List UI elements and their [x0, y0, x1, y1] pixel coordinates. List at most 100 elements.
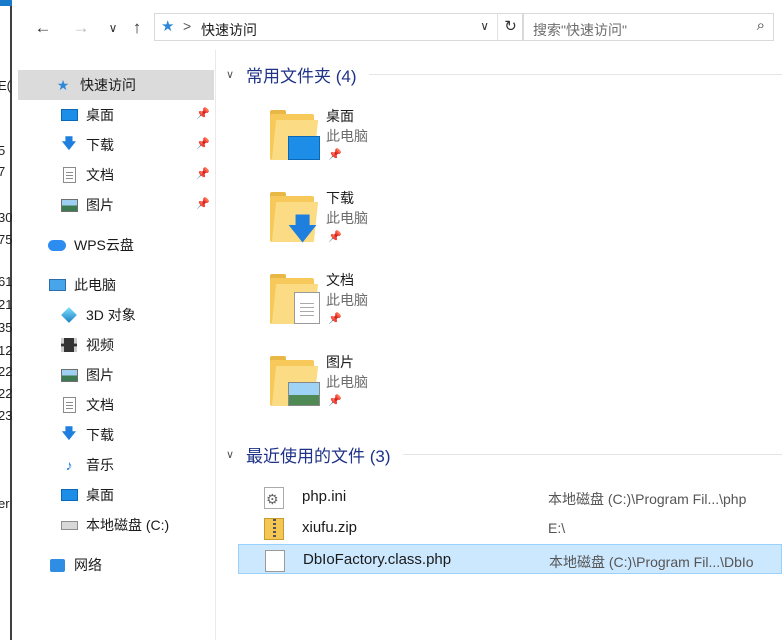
chevron-down-icon[interactable]: ∨: [226, 68, 242, 81]
folder-tile-downloads[interactable]: 🡇 下载 此电脑 📌: [270, 188, 470, 256]
nav-item-label: 网络: [74, 557, 102, 573]
nav-item-label: 文档: [86, 397, 114, 413]
recent-file-row[interactable]: xiufu.zip E:\: [238, 513, 782, 543]
zip-file-icon: [264, 518, 284, 540]
chevron-down-icon[interactable]: ∨: [102, 18, 124, 38]
nav-item-documents[interactable]: 文档 📌: [18, 160, 214, 190]
pin-icon[interactable]: 📌: [196, 137, 210, 150]
folder-name: 桌面: [326, 108, 354, 124]
nav-item-label: 此电脑: [74, 277, 116, 293]
breadcrumb-quick-access[interactable]: 快速访问: [201, 20, 257, 40]
nav-item-documents-pc[interactable]: 文档: [18, 390, 214, 420]
file-name: xiufu.zip: [302, 519, 358, 536]
folder-tile-documents[interactable]: 文档 此电脑 📌: [270, 270, 470, 338]
nav-item-downloads-pc[interactable]: 🡇 下载: [18, 420, 214, 450]
content-pane: ∨ 常用文件夹 (4) 桌面 此电脑 📌 🡇 下载 此电脑 📌 文档 此电脑 📌…: [226, 50, 782, 640]
pin-icon: 📌: [328, 149, 342, 161]
computer-icon: [48, 276, 66, 294]
nav-item-music[interactable]: ♪ 音乐: [18, 450, 214, 480]
folder-tile-desktop[interactable]: 桌面 此电脑 📌: [270, 106, 470, 174]
folder-name: 下载: [326, 190, 354, 206]
nav-item-label: 下载: [86, 137, 114, 153]
arrow-left-icon[interactable]: ←: [32, 18, 54, 38]
quick-access-star-icon: ★: [56, 76, 70, 93]
nav-item-label: 视频: [86, 337, 114, 353]
folder-tile-pictures[interactable]: 图片 此电脑 📌: [270, 352, 470, 420]
pin-icon[interactable]: 📌: [196, 167, 210, 180]
nav-item-pictures-pc[interactable]: 图片: [18, 360, 214, 390]
nav-item-label: 桌面: [86, 107, 114, 123]
desktop-icon: [60, 486, 78, 504]
background-text: 5: [0, 143, 6, 158]
chevron-down-icon[interactable]: ∨: [226, 448, 242, 461]
background-window-titlebar: [0, 0, 12, 6]
background-text: 61: [0, 274, 13, 289]
nav-item-3d-objects[interactable]: 3D 对象: [18, 300, 214, 330]
folder-name: 文档: [326, 272, 354, 288]
search-input[interactable]: 搜索"快速访问": [533, 20, 627, 40]
section-header-recent-files[interactable]: ∨ 最近使用的文件 (3): [226, 442, 782, 466]
navigation-pane: ★ 快速访问 桌面 📌 🡇 下载 📌 文档 📌 图片 📌 WPS云盘 此电脑 3…: [14, 50, 216, 640]
background-text: 21: [0, 297, 13, 312]
nav-item-pictures[interactable]: 图片 📌: [18, 190, 214, 220]
arrow-up-icon[interactable]: ↑: [126, 18, 148, 38]
folder-location: 此电脑: [326, 292, 368, 308]
pictures-folder-icon: [270, 354, 320, 408]
address-history-dropdown-icon[interactable]: ∨: [480, 19, 489, 33]
file-name: DbIoFactory.class.php: [303, 551, 452, 568]
nav-item-network[interactable]: 网络: [18, 550, 214, 580]
nav-item-wps-cloud[interactable]: WPS云盘: [18, 230, 214, 260]
documents-icon: [60, 396, 78, 414]
folder-location: 此电脑: [326, 210, 368, 226]
section-divider: [368, 73, 782, 75]
wps-cloud-icon: [48, 236, 66, 254]
pictures-icon: [60, 196, 78, 214]
nav-item-desktop-pc[interactable]: 桌面: [18, 480, 214, 510]
background-text: er: [0, 496, 10, 511]
nav-item-label: 本地磁盘 (C:): [86, 517, 170, 533]
nav-item-label: 快速访问: [80, 77, 136, 93]
search-icon[interactable]: ⌕: [757, 17, 765, 34]
nav-item-label: WPS云盘: [74, 237, 134, 253]
nav-item-local-disk-c[interactable]: 本地磁盘 (C:): [18, 510, 214, 540]
pin-icon[interactable]: 📌: [196, 197, 210, 210]
folder-location: 此电脑: [326, 128, 368, 144]
pin-icon: 📌: [328, 313, 342, 325]
recent-file-row[interactable]: php.ini 本地磁盘 (C:)\Program Fil...\php: [238, 482, 782, 512]
ini-file-icon: [264, 487, 284, 509]
address-toolbar: ← → ∨ ↑ ★ > 快速访问 ∨ ↻ 搜索"快速访问" ⌕: [14, 8, 782, 48]
recent-file-row-selected[interactable]: DbIoFactory.class.php 本地磁盘 (C:)\Program …: [238, 544, 782, 574]
videos-icon: [60, 336, 78, 354]
file-path: E:\: [548, 520, 566, 536]
background-text: 22: [0, 386, 13, 401]
drive-icon: [60, 516, 78, 534]
explorer-window: E( 5 7 30 75 61 21 35 12 22 22 23 er ← →…: [0, 0, 782, 640]
music-icon: ♪: [65, 457, 73, 473]
nav-item-label: 图片: [86, 197, 114, 213]
breadcrumb-separator[interactable]: >: [183, 18, 191, 34]
file-path: 本地磁盘 (C:)\Program Fil...\DbIo: [549, 554, 754, 570]
address-bar[interactable]: ★ > 快速访问 ∨ ↻: [154, 13, 524, 41]
nav-item-videos[interactable]: 视频: [18, 330, 214, 360]
search-box[interactable]: 搜索"快速访问" ⌕: [522, 13, 774, 41]
nav-item-label: 桌面: [86, 487, 114, 503]
download-folder-icon: 🡇: [270, 190, 320, 245]
arrow-right-icon[interactable]: →: [70, 18, 92, 38]
background-text: 35: [0, 320, 13, 335]
quick-access-star-icon: ★: [161, 18, 175, 35]
nav-item-label: 音乐: [86, 457, 114, 473]
nav-item-this-pc[interactable]: 此电脑: [18, 270, 214, 300]
desktop-folder-icon: [270, 108, 320, 162]
pin-icon: 📌: [328, 231, 342, 243]
nav-item-quick-access[interactable]: ★ 快速访问: [18, 70, 214, 100]
nav-item-downloads[interactable]: 🡇 下载 📌: [18, 130, 214, 160]
network-icon: [48, 556, 66, 574]
file-name: php.ini: [302, 488, 347, 505]
background-text: 30: [0, 210, 13, 225]
refresh-icon[interactable]: ↻: [497, 14, 523, 40]
nav-item-desktop[interactable]: 桌面 📌: [18, 100, 214, 130]
download-icon: 🡇: [61, 425, 77, 441]
section-header-frequent-folders[interactable]: ∨ 常用文件夹 (4): [226, 62, 782, 86]
section-title: 常用文件夹 (4): [246, 66, 357, 86]
pin-icon[interactable]: 📌: [196, 107, 210, 120]
